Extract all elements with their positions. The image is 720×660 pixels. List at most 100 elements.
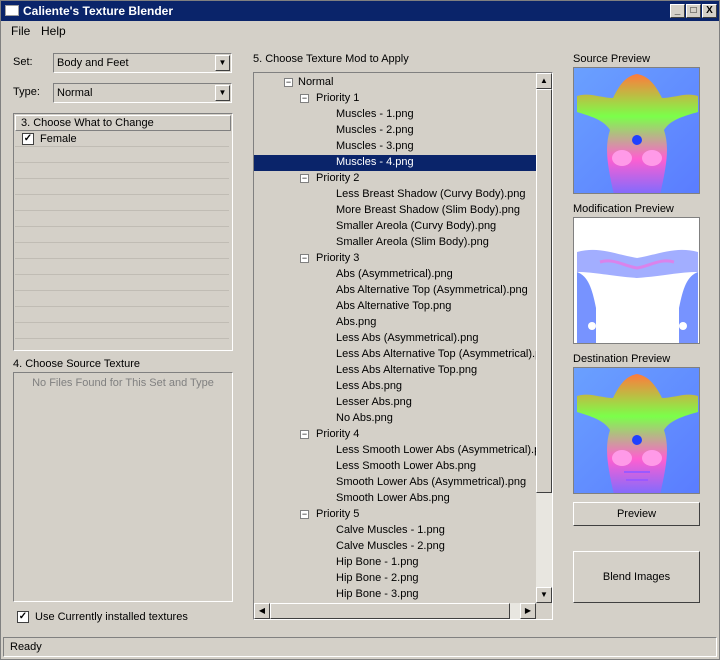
modification-preview-label: Modification Preview bbox=[573, 203, 674, 215]
tree-node-file[interactable]: Smooth Lower Abs.png bbox=[334, 491, 452, 507]
tree-content: − Normal − Priority 1 Muscles - 1.png Muscles… bbox=[254, 73, 536, 605]
list-row-empty bbox=[15, 324, 229, 339]
set-value: Body and Feet bbox=[57, 57, 129, 69]
tree-node-file[interactable]: Calve Muscles - 1.png bbox=[334, 523, 447, 539]
tree-node-file[interactable]: Hip Bone - 1.png bbox=[334, 555, 421, 571]
list-row-empty bbox=[15, 180, 229, 195]
scroll-up-icon[interactable]: ▲ bbox=[536, 73, 552, 89]
app-window: Caliente's Texture Blender _ □ X File He… bbox=[0, 0, 720, 660]
tree-node-file[interactable]: Muscles - 4.png bbox=[254, 155, 536, 171]
tree-node-file[interactable]: Lesser Abs.png bbox=[334, 395, 414, 411]
tree-node-file[interactable]: No Abs.png bbox=[334, 411, 395, 427]
tree-node-file[interactable]: Smaller Areola (Slim Body).png bbox=[334, 235, 491, 251]
menu-bar: File Help bbox=[1, 21, 719, 41]
horizontal-scrollbar[interactable]: ◀ ▶ bbox=[254, 603, 536, 619]
tree-node-group[interactable]: Priority 1 bbox=[314, 91, 361, 107]
use-installed-checkbox[interactable]: ✓ bbox=[17, 611, 29, 623]
list-row-empty bbox=[15, 228, 229, 243]
tree-node-group[interactable]: Priority 2 bbox=[314, 171, 361, 187]
tree-node-file[interactable]: Abs (Asymmetrical).png bbox=[334, 267, 455, 283]
tree-node-group[interactable]: Priority 4 bbox=[314, 427, 361, 443]
tree-node-file[interactable]: Smooth Lower Abs (Asymmetrical).png bbox=[334, 475, 528, 491]
scroll-corner bbox=[536, 603, 552, 619]
female-checkbox[interactable]: ✓ bbox=[22, 133, 34, 145]
tree-node-file[interactable]: More Breast Shadow (Slim Body).png bbox=[334, 203, 522, 219]
tree-node-file[interactable]: Hip Bone - 2.png bbox=[334, 571, 421, 587]
tree-node-file[interactable]: Smaller Areola (Curvy Body).png bbox=[334, 219, 498, 235]
list-row-empty bbox=[15, 292, 229, 307]
set-label: Set: bbox=[13, 56, 33, 68]
scroll-down-icon[interactable]: ▼ bbox=[536, 587, 552, 603]
menu-file[interactable]: File bbox=[11, 24, 30, 38]
tree-node-file[interactable]: Less Smooth Lower Abs (Asymmetrical).pn bbox=[334, 443, 536, 459]
source-preview-label: Source Preview bbox=[573, 53, 651, 65]
collapse-icon[interactable]: − bbox=[300, 430, 309, 439]
scroll-thumb-horizontal[interactable] bbox=[270, 603, 510, 619]
set-select[interactable]: Body and Feet ▼ bbox=[53, 53, 232, 73]
change-list-header: 3. Choose What to Change bbox=[15, 115, 231, 131]
list-row-empty bbox=[15, 244, 229, 259]
tree-node-file[interactable]: Less Breast Shadow (Curvy Body).png bbox=[334, 187, 528, 203]
type-label: Type: bbox=[13, 86, 40, 98]
preview-button[interactable]: Preview bbox=[573, 502, 700, 526]
list-item[interactable]: ✓ Female bbox=[15, 132, 229, 147]
status-bar: Ready bbox=[3, 637, 717, 657]
change-list[interactable]: 3. Choose What to Change ✓ Female bbox=[13, 113, 233, 351]
list-item-label: Female bbox=[40, 133, 77, 145]
menu-help[interactable]: Help bbox=[41, 24, 66, 38]
scroll-right-icon[interactable]: ▶ bbox=[520, 603, 536, 619]
tree-node-file[interactable]: Less Abs Alternative Top (Asymmetrical).… bbox=[334, 347, 536, 363]
title-bar[interactable]: Caliente's Texture Blender _ □ X bbox=[1, 1, 719, 21]
tree-node-file[interactable]: Less Abs (Asymmetrical).png bbox=[334, 331, 480, 347]
use-installed-label: Use Currently installed textures bbox=[35, 611, 188, 623]
scroll-left-icon[interactable]: ◀ bbox=[254, 603, 270, 619]
close-button[interactable]: X bbox=[702, 4, 717, 18]
texture-mod-tree[interactable]: − Normal − Priority 1 Muscles - 1.png Muscles… bbox=[253, 72, 553, 620]
list-row-empty bbox=[15, 260, 229, 275]
source-texture-title: 4. Choose Source Texture bbox=[13, 358, 140, 370]
collapse-icon[interactable]: − bbox=[300, 254, 309, 263]
change-list-title: 3. Choose What to Change bbox=[21, 117, 154, 129]
scroll-thumb[interactable] bbox=[536, 89, 552, 493]
tree-node-file[interactable]: Less Abs Alternative Top.png bbox=[334, 363, 479, 379]
tree-node-file[interactable]: Hip Bone - 3.png bbox=[334, 587, 421, 603]
app-icon bbox=[5, 5, 19, 16]
source-empty-text: No Files Found for This Set and Type bbox=[32, 377, 214, 389]
list-row-empty bbox=[15, 148, 229, 163]
tree-node-group[interactable]: Priority 3 bbox=[314, 251, 361, 267]
destination-preview-label: Destination Preview bbox=[573, 353, 671, 365]
list-row-empty bbox=[15, 196, 229, 211]
list-row-empty bbox=[15, 308, 229, 323]
type-select[interactable]: Normal ▼ bbox=[53, 83, 232, 103]
tree-node-root[interactable]: Normal bbox=[296, 75, 335, 91]
tree-node-file[interactable]: Less Abs.png bbox=[334, 379, 404, 395]
tree-node-file[interactable]: Calve Muscles - 2.png bbox=[334, 539, 447, 555]
chevron-down-icon[interactable]: ▼ bbox=[215, 55, 230, 71]
mod-list-title: 5. Choose Texture Mod to Apply bbox=[253, 53, 409, 65]
vertical-scrollbar[interactable]: ▲ ▼ bbox=[536, 73, 552, 603]
modification-preview-image bbox=[573, 217, 700, 344]
tree-node-group[interactable]: Priority 5 bbox=[314, 507, 361, 523]
chevron-down-icon[interactable]: ▼ bbox=[215, 85, 230, 101]
tree-node-file[interactable]: Abs Alternative Top.png bbox=[334, 299, 453, 315]
source-preview-image bbox=[573, 67, 700, 194]
maximize-button[interactable]: □ bbox=[686, 4, 701, 18]
tree-node-file[interactable]: Muscles - 3.png bbox=[334, 139, 416, 155]
tree-node-file[interactable]: Less Smooth Lower Abs.png bbox=[334, 459, 478, 475]
tree-node-file[interactable]: Abs Alternative Top (Asymmetrical).png bbox=[334, 283, 530, 299]
list-row-empty bbox=[15, 164, 229, 179]
collapse-icon[interactable]: − bbox=[284, 78, 293, 87]
collapse-icon[interactable]: − bbox=[300, 94, 309, 103]
window-title: Caliente's Texture Blender bbox=[23, 4, 174, 18]
minimize-button[interactable]: _ bbox=[670, 4, 685, 18]
collapse-icon[interactable]: − bbox=[300, 174, 309, 183]
collapse-icon[interactable]: − bbox=[300, 510, 309, 519]
list-row-empty bbox=[15, 212, 229, 227]
tree-node-file[interactable]: Muscles - 1.png bbox=[334, 107, 416, 123]
list-row-empty bbox=[15, 276, 229, 291]
source-texture-list[interactable]: No Files Found for This Set and Type bbox=[13, 372, 233, 602]
blend-images-button[interactable]: Blend Images bbox=[573, 551, 700, 603]
type-value: Normal bbox=[57, 87, 93, 99]
tree-node-file[interactable]: Abs.png bbox=[334, 315, 378, 331]
tree-node-file[interactable]: Muscles - 2.png bbox=[334, 123, 416, 139]
